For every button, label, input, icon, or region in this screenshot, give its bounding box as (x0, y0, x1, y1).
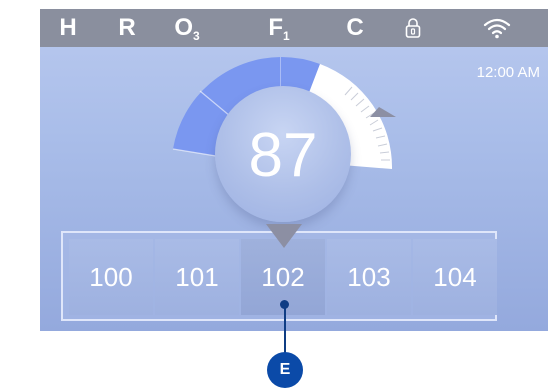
callout-dot (280, 300, 289, 309)
temp-option-103[interactable]: 103 (327, 239, 411, 315)
temp-option-100[interactable]: 100 (69, 239, 153, 315)
spa-control-screen: H R O3 F1 C 12:00 AM 87 100 101 102 103 … (40, 9, 548, 331)
current-temperature: 87 (248, 121, 318, 190)
triangle-down-icon (266, 224, 302, 248)
callout-badge-e: E (267, 352, 303, 388)
callout-line (284, 307, 286, 353)
temp-option-101[interactable]: 101 (155, 239, 239, 315)
temp-option-104[interactable]: 104 (413, 239, 497, 315)
